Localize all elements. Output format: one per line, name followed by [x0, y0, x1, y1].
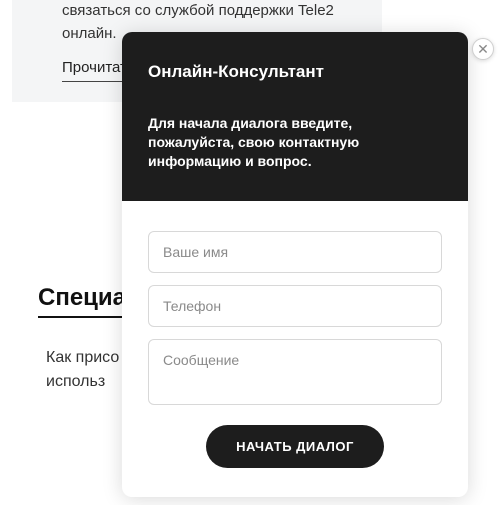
name-input[interactable]: [148, 231, 442, 273]
background-paragraph-line1: Как присо: [46, 346, 119, 370]
phone-input[interactable]: [148, 285, 442, 327]
background-paragraph-line2: использ: [46, 370, 119, 394]
close-icon: ✕: [477, 42, 489, 56]
chat-title: Онлайн-Консультант: [148, 62, 442, 82]
chat-instruction: Для начала диалога введите, пожалуйста, …: [148, 114, 442, 171]
chat-header: Онлайн-Консультант Для начала диалога вв…: [122, 32, 468, 201]
readmore-link[interactable]: Прочитат: [62, 57, 127, 82]
close-button[interactable]: ✕: [472, 38, 494, 60]
start-dialog-button[interactable]: НАЧАТЬ ДИАЛОГ: [206, 425, 384, 468]
message-textarea[interactable]: [148, 339, 442, 405]
chat-body: НАЧАТЬ ДИАЛОГ: [122, 201, 468, 497]
chat-widget: Онлайн-Консультант Для начала диалога вв…: [122, 32, 468, 497]
background-paragraph: Как присо использ: [46, 346, 119, 394]
